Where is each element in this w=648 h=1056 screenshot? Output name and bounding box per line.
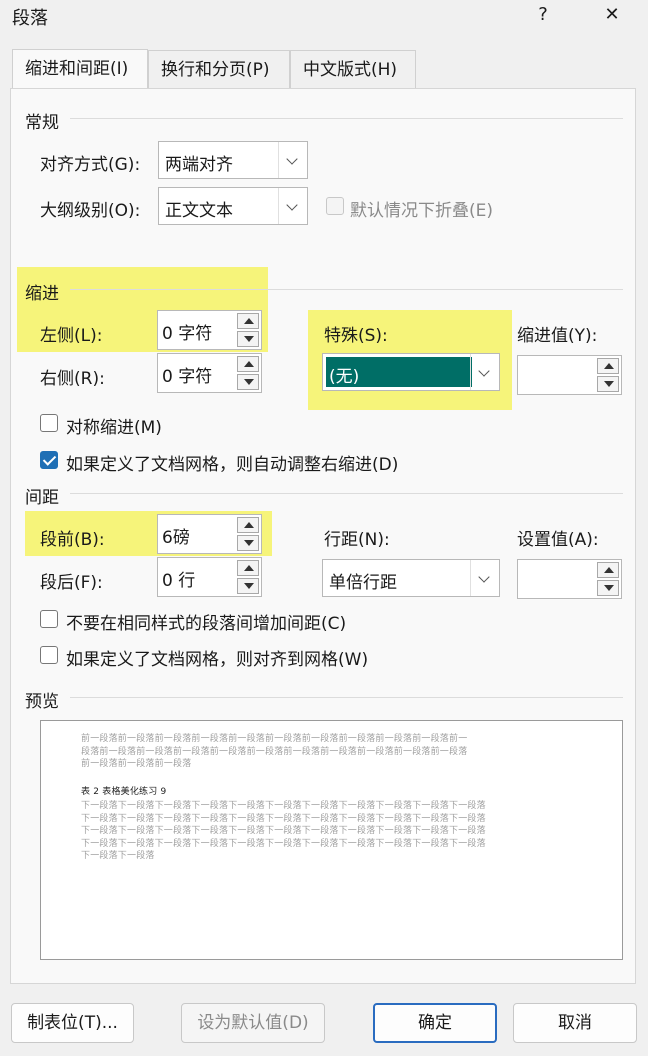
divider <box>70 697 623 698</box>
alignment-value: 两端对齐 <box>165 155 233 175</box>
dialog-title: 段落 <box>12 8 48 29</box>
preview-line: 前一段落前一段落前一段落 <box>81 759 192 769</box>
preview-line: 段落前一段落前一段落前一段落前一段落前一段落前一段落前一段落前一段落前一段落前一… <box>81 746 468 757</box>
spin-up-icon[interactable] <box>237 517 259 533</box>
preview-box: 前一段落前一段落前一段落前一段落前一段落前一段落前一段落前一段落前一段落前一段落… <box>40 720 623 960</box>
divider <box>70 289 623 290</box>
ok-button[interactable]: 确定 <box>373 1003 497 1043</box>
left-indent-spinner[interactable]: 0 字符 <box>157 310 262 350</box>
divider <box>70 118 623 119</box>
preview-line: 前一段落前一段落前一段落前一段落前一段落前一段落前一段落前一段落前一段落前一段落… <box>81 734 468 744</box>
auto-adjust-label: 如果定义了文档网格，则自动调整右缩进(D) <box>66 455 399 475</box>
tab-line-page-breaks[interactable]: 换行和分页(P) <box>148 50 290 88</box>
spacing-heading: 间距 <box>25 488 59 508</box>
tab-indents-spacing[interactable]: 缩进和间距(I) <box>12 49 148 89</box>
line-spacing-label: 行距(N): <box>324 530 390 550</box>
indent-by-label: 缩进值(Y): <box>517 326 598 346</box>
set-default-button[interactable]: 设为默认值(D) <box>181 1003 325 1043</box>
no-space-same-style-label: 不要在相同样式的段落间增加间距(C) <box>66 614 347 634</box>
left-indent-value: 0 字符 <box>162 324 213 344</box>
divider <box>70 493 623 494</box>
outline-level-label: 大纲级别(O): <box>40 201 141 221</box>
collapse-label: 默认情况下折叠(E) <box>350 201 494 221</box>
space-before-label: 段前(B): <box>40 530 105 550</box>
line-spacing-at-spinner[interactable] <box>517 559 622 599</box>
preview-line: 下一段落下一段落下一段落下一段落下一段落下一段落下一段落下一段落下一段落下一段落… <box>81 801 486 811</box>
left-indent-label: 左侧(L): <box>40 326 103 346</box>
outline-level-value: 正文文本 <box>165 201 233 221</box>
preview-heading: 预览 <box>25 692 59 712</box>
chevron-down-icon <box>470 354 499 390</box>
special-value: (无) <box>329 367 360 387</box>
spin-up-icon[interactable] <box>597 358 619 374</box>
help-button[interactable]: ? <box>521 0 565 32</box>
cancel-button[interactable]: 取消 <box>513 1003 637 1043</box>
space-after-label: 段后(F): <box>40 573 103 593</box>
preview-current-paragraph: 表 2 表格美化练习 9 <box>81 787 167 797</box>
snap-to-grid-label: 如果定义了文档网格，则对齐到网格(W) <box>66 650 369 670</box>
spin-down-icon[interactable] <box>597 376 619 392</box>
chevron-down-icon <box>278 142 307 178</box>
tab-asian-typography[interactable]: 中文版式(H) <box>290 50 416 88</box>
special-label: 特殊(S): <box>324 326 388 346</box>
alignment-label: 对齐方式(G): <box>40 155 141 175</box>
line-spacing-value: 单倍行距 <box>329 573 397 593</box>
chevron-down-icon <box>278 188 307 224</box>
mirror-indent-checkbox[interactable] <box>40 414 58 432</box>
collapse-checkbox[interactable] <box>326 197 344 215</box>
close-icon: ✕ <box>604 4 620 25</box>
line-spacing-select[interactable]: 单倍行距 <box>322 559 500 597</box>
chevron-down-icon <box>470 560 499 596</box>
indent-heading: 缩进 <box>25 284 59 304</box>
spin-up-icon[interactable] <box>237 313 259 329</box>
preview-line: 下一段落下一段落下一段落下一段落下一段落下一段落下一段落下一段落下一段落下一段落… <box>81 826 486 836</box>
snap-to-grid-checkbox[interactable] <box>40 646 58 664</box>
spin-up-icon[interactable] <box>237 356 259 372</box>
general-heading: 常规 <box>25 113 59 133</box>
right-indent-value: 0 字符 <box>162 367 213 387</box>
spin-down-icon[interactable] <box>237 331 259 347</box>
space-before-spinner[interactable]: 6磅 <box>157 514 262 554</box>
spin-up-icon[interactable] <box>237 560 259 576</box>
preview-line: 下一段落下一段落下一段落下一段落下一段落下一段落下一段落下一段落下一段落下一段落… <box>81 813 486 824</box>
no-space-same-style-checkbox[interactable] <box>40 610 58 628</box>
spin-down-icon[interactable] <box>237 535 259 551</box>
mirror-indent-label: 对称缩进(M) <box>66 418 162 438</box>
preview-line: 下一段落下一段落下一段落下一段落下一段落下一段落下一段落下一段落下一段落下一段落… <box>81 838 486 849</box>
outline-level-select[interactable]: 正文文本 <box>158 187 308 225</box>
line-spacing-at-label: 设置值(A): <box>517 530 599 550</box>
spin-down-icon[interactable] <box>597 580 619 596</box>
right-indent-spinner[interactable]: 0 字符 <box>157 353 262 393</box>
close-button[interactable]: ✕ <box>590 0 634 32</box>
alignment-select[interactable]: 两端对齐 <box>158 141 308 179</box>
auto-adjust-checkbox[interactable] <box>40 451 58 469</box>
tabs-button[interactable]: 制表位(T)... <box>11 1003 134 1043</box>
spin-down-icon[interactable] <box>237 578 259 594</box>
spin-down-icon[interactable] <box>237 374 259 390</box>
spin-up-icon[interactable] <box>597 562 619 578</box>
space-after-spinner[interactable]: 0 行 <box>157 557 262 597</box>
preview-next-paragraph: 下一段落下一段落下一段落下一段落下一段落下一段落下一段落下一段落下一段落下一段落… <box>81 800 561 863</box>
special-select[interactable]: (无) <box>322 353 500 391</box>
preview-line: 下一段落下一段落 <box>81 851 155 861</box>
preview-prev-paragraph: 前一段落前一段落前一段落前一段落前一段落前一段落前一段落前一段落前一段落前一段落… <box>81 733 561 771</box>
space-after-value: 0 行 <box>162 571 196 591</box>
space-before-value: 6磅 <box>162 528 190 548</box>
indent-by-spinner[interactable] <box>517 355 622 395</box>
right-indent-label: 右侧(R): <box>40 369 105 389</box>
